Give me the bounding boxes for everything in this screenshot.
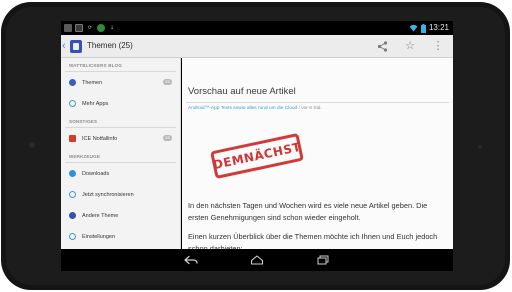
section-header-werkzeuge: WERKZEUGE [65,149,176,163]
themes-icon [69,79,76,86]
more-apps-icon [69,100,76,107]
notification-icons: ⟳ ↓ [64,24,116,32]
sync-now-icon [69,191,76,198]
overflow-menu-icon[interactable]: ⋮ [431,39,445,53]
section-header-sonstiges: SONSTIGES [65,114,176,128]
front-camera [29,142,35,148]
battery-icon [420,23,426,33]
count-badge: 28 [163,135,172,141]
action-bar-title[interactable]: Themen (25) [87,41,133,51]
article-paragraph: In den nächsten Tagen und Wochen wird es… [188,201,428,222]
gallery-icon [64,24,72,32]
app-logo-icon[interactable] [70,40,82,53]
nav-item-downloads[interactable]: Downloads [61,163,180,184]
home-icon[interactable] [250,254,264,266]
download-icon: ↓ [109,25,115,31]
system-nav-bar [61,249,453,271]
back-icon[interactable] [184,254,198,266]
recents-icon[interactable] [316,254,330,266]
share-icon[interactable] [375,39,389,53]
title-divider [186,102,449,103]
ice-info-icon [69,135,76,142]
nav-item-label: ICE Notfallinfo [82,135,118,142]
nav-item-label: Einstellungen [82,233,116,240]
clock: 13:21 [428,23,449,32]
nav-item-mehr-apps[interactable]: Mehr Apps [61,93,180,114]
action-buttons: ☆ ⋮ [375,39,445,53]
nav-item-einstellungen[interactable]: Einstellungen [61,226,180,247]
status-right: 13:21 [409,23,449,33]
article-title: Vorschau auf neue Artikel [188,86,296,97]
light-sensor [478,145,482,149]
star-icon[interactable]: ☆ [403,39,417,53]
nav-item-ice-notfallinfo[interactable]: ICE Notfallinfo 28 [61,128,180,149]
downloads-icon [69,170,76,177]
settings-icon [69,233,76,240]
section-header-blog: WATTBLICKERS BLOG [65,58,176,72]
nav-item-label: Andere Theme [82,212,119,219]
article-byline: / vor 6 Std. [298,106,322,111]
wifi-icon [409,24,418,32]
nav-item-sync-now[interactable]: Jetzt synchronisieren [61,184,180,205]
nav-item-themen[interactable]: Themen 25 [61,72,180,93]
stamp-text: DEMNÄCHST [211,139,303,173]
nav-item-andere-theme[interactable]: Andere Theme [61,205,180,226]
nav-item-label: Mehr Apps [82,100,109,107]
nav-item-label: Jetzt synchronisieren [82,191,134,198]
device-screen: ⟳ ↓ 13:21 ‹ Themen (25) ☆ ⋮ WATTBLICKERS… [61,21,453,271]
action-bar: ‹ Themen (25) ☆ ⋮ [61,35,453,58]
app-icon [97,24,105,32]
sync-icon: ⟳ [87,25,93,31]
article-meta: Android™-App Texts sowie alles rund um d… [188,106,322,112]
category-link[interactable]: Android™-App Texts sowie alles rund um d… [188,106,297,111]
stamp-image: DEMNÄCHST [206,128,310,188]
theme-icon [69,212,76,219]
nav-item-label: Downloads [82,170,110,177]
article-pane: Vorschau auf neue Artikel Android™-App T… [182,58,453,249]
keyboard-icon [75,24,83,32]
status-bar: ⟳ ↓ 13:21 [61,21,453,35]
count-badge: 25 [163,79,172,85]
navigation-drawer: WATTBLICKERS BLOG Themen 25 Mehr Apps SO… [61,58,181,249]
up-caret-icon[interactable]: ‹ [62,40,66,52]
nav-item-label: Themen [82,79,103,86]
demnaechst-stamp: DEMNÄCHST [210,132,304,180]
article-paragraph: Einen kurzen Überblick über die Themen m… [188,232,438,249]
